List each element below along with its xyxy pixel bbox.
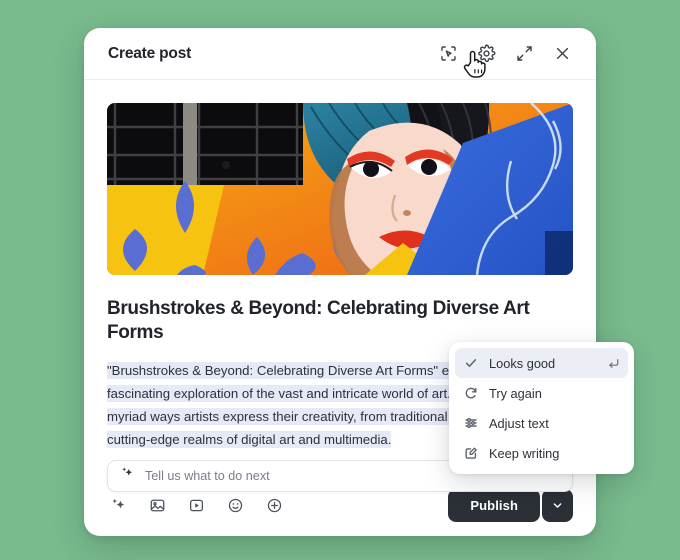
refresh-icon (463, 385, 479, 401)
gear-icon[interactable] (474, 42, 498, 66)
menu-item-label: Looks good (489, 355, 556, 371)
publish-button[interactable]: Publish (448, 488, 540, 522)
post-artwork[interactable] (107, 103, 573, 275)
footer-tools (107, 494, 285, 516)
check-icon (463, 355, 479, 371)
header-actions (436, 42, 574, 66)
menu-item-keep-writing[interactable]: Keep writing (455, 438, 628, 468)
image-icon[interactable] (146, 494, 168, 516)
menu-item-label: Try again (489, 385, 542, 401)
ai-suggestion-menu: Looks good Try again Adjust text Keep wr… (449, 342, 634, 474)
sparkle-icon[interactable] (107, 494, 129, 516)
expand-icon[interactable] (512, 42, 536, 66)
publish-group: Publish (448, 488, 573, 522)
page-title: Create post (108, 44, 192, 62)
sparkle-icon (120, 466, 135, 486)
ai-select-icon[interactable] (436, 42, 460, 66)
menu-item-adjust-text[interactable]: Adjust text (455, 408, 628, 438)
menu-item-label: Keep writing (489, 445, 560, 461)
close-icon[interactable] (550, 42, 574, 66)
chevron-down-icon[interactable] (542, 488, 573, 522)
menu-item-label: Adjust text (489, 415, 549, 431)
modal-header: Create post (84, 28, 596, 80)
video-icon[interactable] (185, 494, 207, 516)
emoji-icon[interactable] (224, 494, 246, 516)
plus-icon[interactable] (263, 494, 285, 516)
menu-item-looks-good[interactable]: Looks good (455, 348, 628, 378)
post-title: Brushstrokes & Beyond: Celebrating Diver… (107, 298, 530, 343)
pencil-icon (463, 445, 479, 461)
sliders-icon (463, 415, 479, 431)
menu-item-try-again[interactable]: Try again (455, 378, 628, 408)
enter-key-icon (607, 357, 620, 370)
ai-prompt-input[interactable]: Tell us what to do next (145, 469, 270, 483)
